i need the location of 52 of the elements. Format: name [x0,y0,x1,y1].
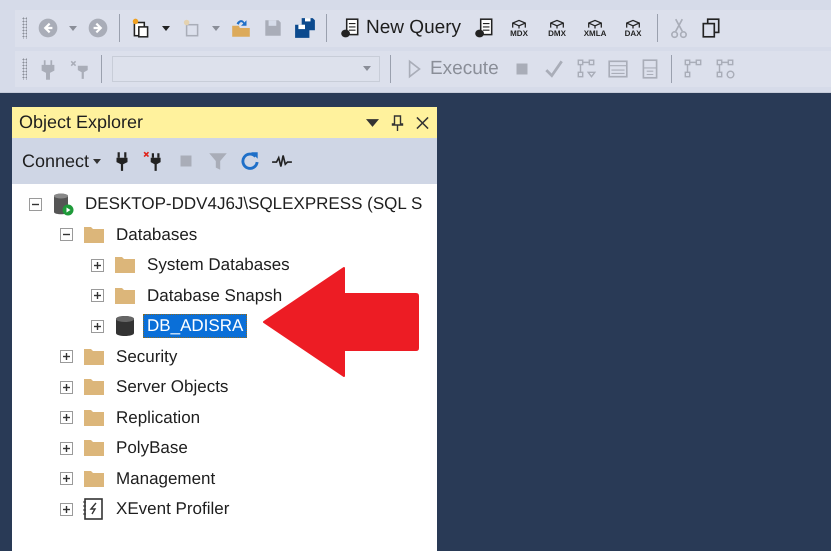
check-icon[interactable] [542,58,565,80]
query-type-button[interactable]: XMLA [581,18,610,38]
copy-icon[interactable] [700,17,722,40]
toolbar-grip[interactable] [22,58,27,80]
expander-icon[interactable] [29,198,42,211]
cube-icon [624,18,642,29]
forward-icon[interactable] [87,17,109,40]
tree-item[interactable]: System Databases [143,253,294,278]
tree-item[interactable]: DB_ADISRA [143,314,248,338]
tree-item[interactable]: XEvent Profiler [112,497,234,522]
connect-button[interactable]: Connect [22,150,102,172]
caret-icon [363,66,371,72]
expander-icon[interactable] [60,228,73,242]
tree-item[interactable]: Security [112,344,182,369]
panel-title: Object Explorer [19,112,144,133]
profiler-icon [82,497,106,522]
query-type-button[interactable]: DMX [543,18,572,38]
expander-icon[interactable] [60,411,73,424]
caret-icon[interactable] [162,26,170,31]
toolbar-grip[interactable] [22,17,27,40]
cube-icon [510,18,528,29]
query-document-icon [339,17,361,40]
database-icon [113,314,137,338]
caret-icon [93,158,102,164]
expander-icon[interactable] [91,289,104,302]
tree-item[interactable]: Management [112,466,220,491]
cube-icon [586,18,604,29]
tree-item[interactable]: Database Snapsh [143,284,286,308]
query-type-button[interactable]: DAX [619,18,648,38]
save-all-icon[interactable] [294,17,316,40]
tree-item[interactable]: PolyBase [112,436,192,460]
tree-item[interactable]: Databases [112,222,202,247]
server-icon [51,192,75,216]
cube-icon [548,18,566,29]
tree-item[interactable]: DESKTOP-DDV4J6J\SQLEXPRESS (SQL S [81,192,426,216]
new-query-button[interactable]: New Query [337,17,464,40]
expander-icon[interactable] [60,442,73,455]
expander-icon[interactable] [60,380,73,394]
open-folder-icon[interactable] [230,17,252,40]
query-document-icon[interactable] [473,17,496,40]
expander-icon[interactable] [91,320,104,333]
back-icon[interactable] [37,17,59,40]
close-icon[interactable] [416,114,429,130]
expander-icon[interactable] [60,472,73,486]
query-type-button[interactable]: MDX [505,18,534,38]
expander-icon[interactable] [91,258,104,272]
expander-icon[interactable] [60,350,73,364]
tree-item[interactable]: Server Objects [112,375,232,400]
pin-icon[interactable] [391,114,404,130]
tree-item[interactable]: Replication [112,406,204,430]
refresh-icon[interactable] [239,150,262,172]
expander-icon[interactable] [60,502,73,516]
